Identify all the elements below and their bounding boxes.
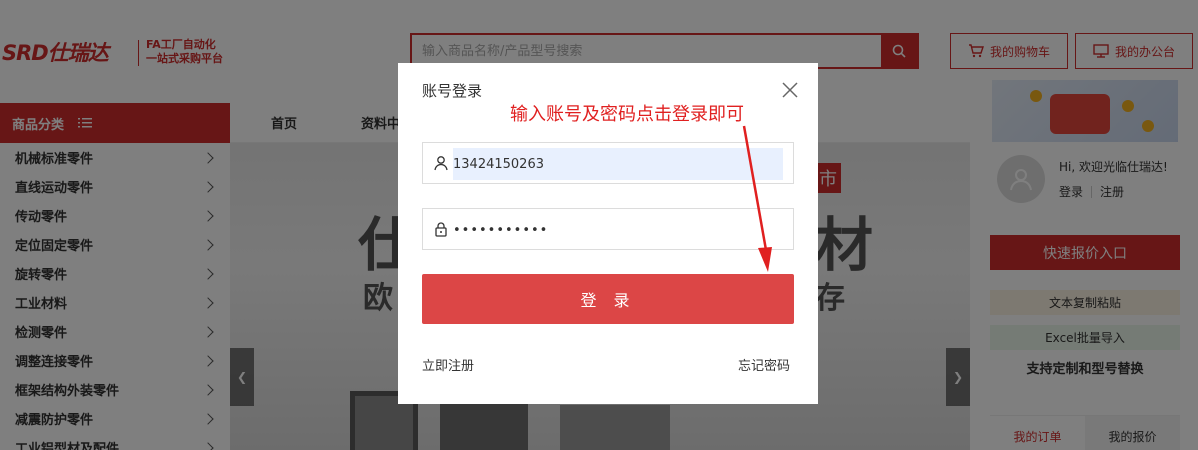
password-field — [422, 208, 794, 250]
username-input[interactable] — [453, 148, 783, 180]
lock-icon — [435, 222, 447, 237]
password-input[interactable] — [453, 214, 783, 246]
register-now-link[interactable]: 立即注册 — [422, 355, 474, 374]
modal-title: 账号登录 — [422, 82, 483, 100]
username-field — [422, 142, 794, 184]
user-icon — [434, 156, 448, 171]
forgot-password-link[interactable]: 忘记密码 — [738, 355, 790, 374]
close-icon[interactable] — [781, 81, 799, 99]
instruction-annotation: 输入账号及密码点击登录即可 — [510, 104, 744, 125]
login-button[interactable]: 登 录 — [422, 274, 794, 324]
